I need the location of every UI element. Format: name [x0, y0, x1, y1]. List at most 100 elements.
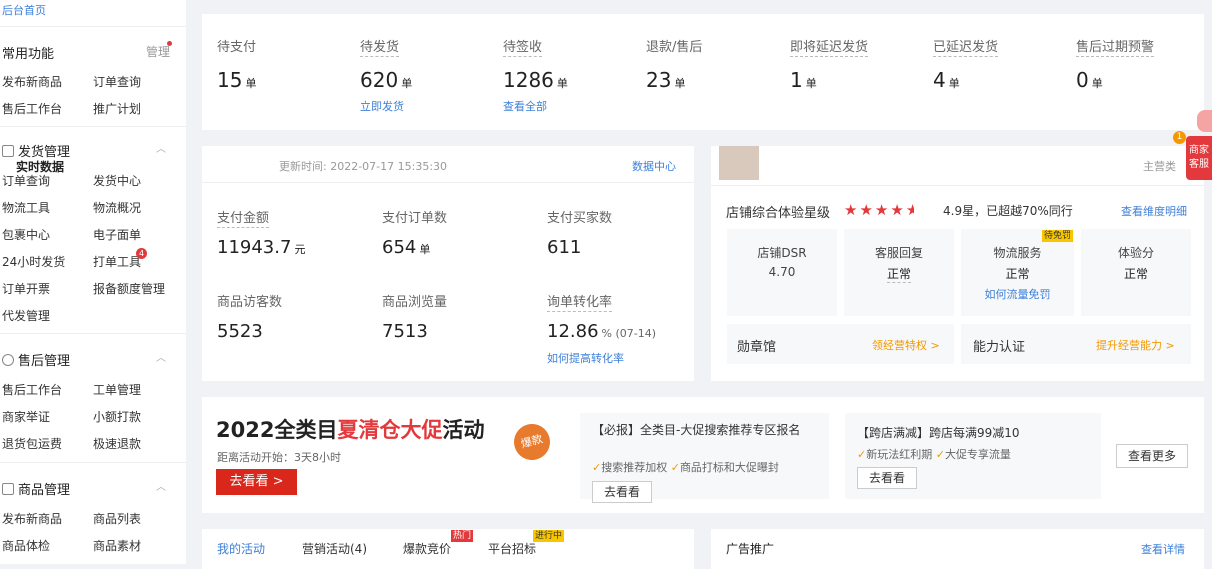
subcard-title: 【必报】全类目-大促搜索推荐专区报名	[592, 423, 801, 437]
subcard-button[interactable]: 去看看	[857, 467, 917, 489]
metric-label: 商品访客数	[217, 295, 283, 310]
tab-platform-tender[interactable]: 平台招标	[488, 540, 536, 557]
metric-value: 11943.7 元	[217, 237, 305, 258]
medal-hall[interactable]: 勋章馆 领经营特权 >	[727, 324, 954, 364]
improve-conversion-link[interactable]: 如何提高转化率	[547, 350, 624, 366]
order-count[interactable]: 15 单	[217, 68, 256, 92]
manage-button[interactable]: 管理	[146, 43, 170, 60]
sidebar-item[interactable]: 物流概况	[93, 199, 141, 216]
sidebar-item[interactable]: 电子面单	[93, 226, 141, 243]
star-icon: ★	[844, 201, 860, 219]
count-value: 4	[933, 68, 946, 92]
widget-text: 客服	[1189, 159, 1209, 170]
ability-cert[interactable]: 能力认证 提升经营能力 >	[961, 324, 1191, 364]
order-label[interactable]: 退款/售后	[646, 36, 702, 55]
order-label[interactable]: 即将延迟发货	[790, 36, 869, 57]
sidebar-item[interactable]: 发布新商品	[2, 510, 62, 527]
check-icon: ✓	[935, 448, 945, 461]
ads-title: 广告推广	[726, 542, 775, 556]
sidebar-item[interactable]: 极速退款	[93, 435, 141, 452]
order-label[interactable]: 待签收	[503, 36, 543, 57]
improve-ability-link[interactable]: 提升经营能力 >	[1096, 337, 1175, 353]
subcard-points: ✓新玩法红利期 ✓大促专享流量	[857, 446, 1011, 462]
sidebar-item[interactable]: 报备额度管理	[93, 280, 165, 297]
sidebar-item[interactable]: 商家举证	[2, 408, 50, 425]
sidebar-item[interactable]: 订单开票	[2, 280, 50, 297]
sidebar-item[interactable]: 商品列表	[93, 510, 141, 527]
order-count[interactable]: 1286 单	[503, 68, 568, 92]
realtime-title: 实时数据	[16, 160, 65, 174]
ship-now-link[interactable]: 立即发货	[360, 98, 404, 114]
unit: % (07-14)	[601, 327, 657, 340]
sidebar-item[interactable]: 代发管理	[2, 307, 50, 324]
sidebar-item[interactable]: 物流工具	[2, 199, 50, 216]
order-count[interactable]: 1单	[790, 68, 817, 92]
promo-subcard: 【必报】全类目-大促搜索推荐专区报名 ✓搜索推荐加权 ✓商品打标和大促曝封 去看…	[580, 413, 829, 503]
view-more-button[interactable]: 查看更多	[1116, 444, 1188, 468]
order-label[interactable]: 待支付	[217, 36, 256, 55]
count-value: 1286	[503, 68, 554, 92]
tab-hot-bidding[interactable]: 爆款竞价	[403, 540, 451, 557]
order-label[interactable]: 待发货	[360, 36, 400, 57]
chevron-up-icon[interactable]: ︿	[156, 349, 166, 364]
go-see-button[interactable]: 去看看 >	[216, 469, 297, 495]
title-part: 2022全类目	[216, 418, 338, 442]
order-count[interactable]: 620 单	[360, 68, 412, 92]
unit: 单	[948, 77, 960, 90]
chevron-up-icon[interactable]: ︿	[156, 140, 166, 155]
view-detail-link[interactable]: 查看维度明细	[1121, 203, 1187, 219]
section-label: 售后管理	[18, 354, 71, 369]
metric-label: 商品浏览量	[382, 295, 448, 310]
experience-label: 店铺综合体验星级	[726, 206, 831, 221]
penalty-free-link[interactable]: 如何流量免罚	[961, 286, 1074, 302]
customer-service-widget[interactable]: 商家 客服	[1186, 136, 1212, 180]
order-count[interactable]: 23 单	[646, 68, 685, 92]
store-avatar	[719, 146, 759, 180]
section-label: 商品管理	[18, 483, 71, 498]
count-value: 0	[1076, 68, 1089, 92]
sidebar-item[interactable]: 推广计划	[93, 100, 141, 117]
subcard-points: ✓搜索推荐加权 ✓商品打标和大促曝封	[592, 459, 779, 475]
metric-label: 支付金额	[217, 207, 270, 228]
tab-marketing[interactable]: 营销活动(4)	[302, 540, 367, 557]
divider	[0, 462, 186, 463]
sidebar-item[interactable]: 打单工具	[93, 253, 141, 270]
view-all-link[interactable]: 查看全部	[503, 98, 547, 114]
title-part: 活动	[442, 418, 485, 442]
ability-label: 能力认证	[973, 340, 1026, 355]
sidebar-item[interactable]: 24小时发货	[2, 253, 65, 270]
order-count[interactable]: 0单	[1076, 68, 1103, 92]
aftersale-section-title[interactable]: 售后管理	[2, 350, 70, 369]
sidebar-item[interactable]: 售后工作台	[2, 100, 62, 117]
data-center-link[interactable]: 数据中心	[632, 158, 676, 174]
sidebar-item[interactable]: 小额打款	[93, 408, 141, 425]
tab-my-activities[interactable]: 我的活动	[217, 540, 265, 557]
privilege-link[interactable]: 领经营特权 >	[872, 337, 940, 353]
divider	[711, 185, 1204, 186]
sidebar-item[interactable]: 退货包运费	[2, 435, 62, 452]
sidebar-item[interactable]: 订单查询	[93, 73, 141, 90]
star-icon: ★	[890, 201, 906, 219]
mascot-icon	[1197, 110, 1212, 132]
unit: 单	[419, 243, 431, 256]
view-details-link[interactable]: 查看详情	[1141, 541, 1185, 557]
sidebar-item[interactable]: 商品素材	[93, 537, 141, 554]
order-count[interactable]: 4单	[933, 68, 960, 92]
widget-badge: 1	[1173, 131, 1186, 144]
subcard-button[interactable]: 去看看	[592, 481, 652, 503]
sidebar-item[interactable]: 工单管理	[93, 381, 141, 398]
widget-text: 商家	[1189, 145, 1209, 156]
chevron-up-icon[interactable]: ︿	[156, 478, 166, 493]
order-label[interactable]: 售后过期预警	[1076, 36, 1155, 57]
home-link[interactable]: 后台首页	[2, 2, 46, 18]
count-value: 15	[217, 68, 243, 92]
cell-label: 物流服务	[993, 246, 1042, 260]
sidebar-item[interactable]: 发货中心	[93, 172, 141, 189]
sidebar-item[interactable]: 商品体检	[2, 537, 50, 554]
sidebar-item[interactable]: 发布新商品	[2, 73, 62, 90]
order-label[interactable]: 已延迟发货	[933, 36, 999, 57]
count-value: 1	[790, 68, 803, 92]
goods-section-title[interactable]: 商品管理	[2, 479, 70, 498]
sidebar-item[interactable]: 包裹中心	[2, 226, 50, 243]
sidebar-item[interactable]: 售后工作台	[2, 381, 62, 398]
